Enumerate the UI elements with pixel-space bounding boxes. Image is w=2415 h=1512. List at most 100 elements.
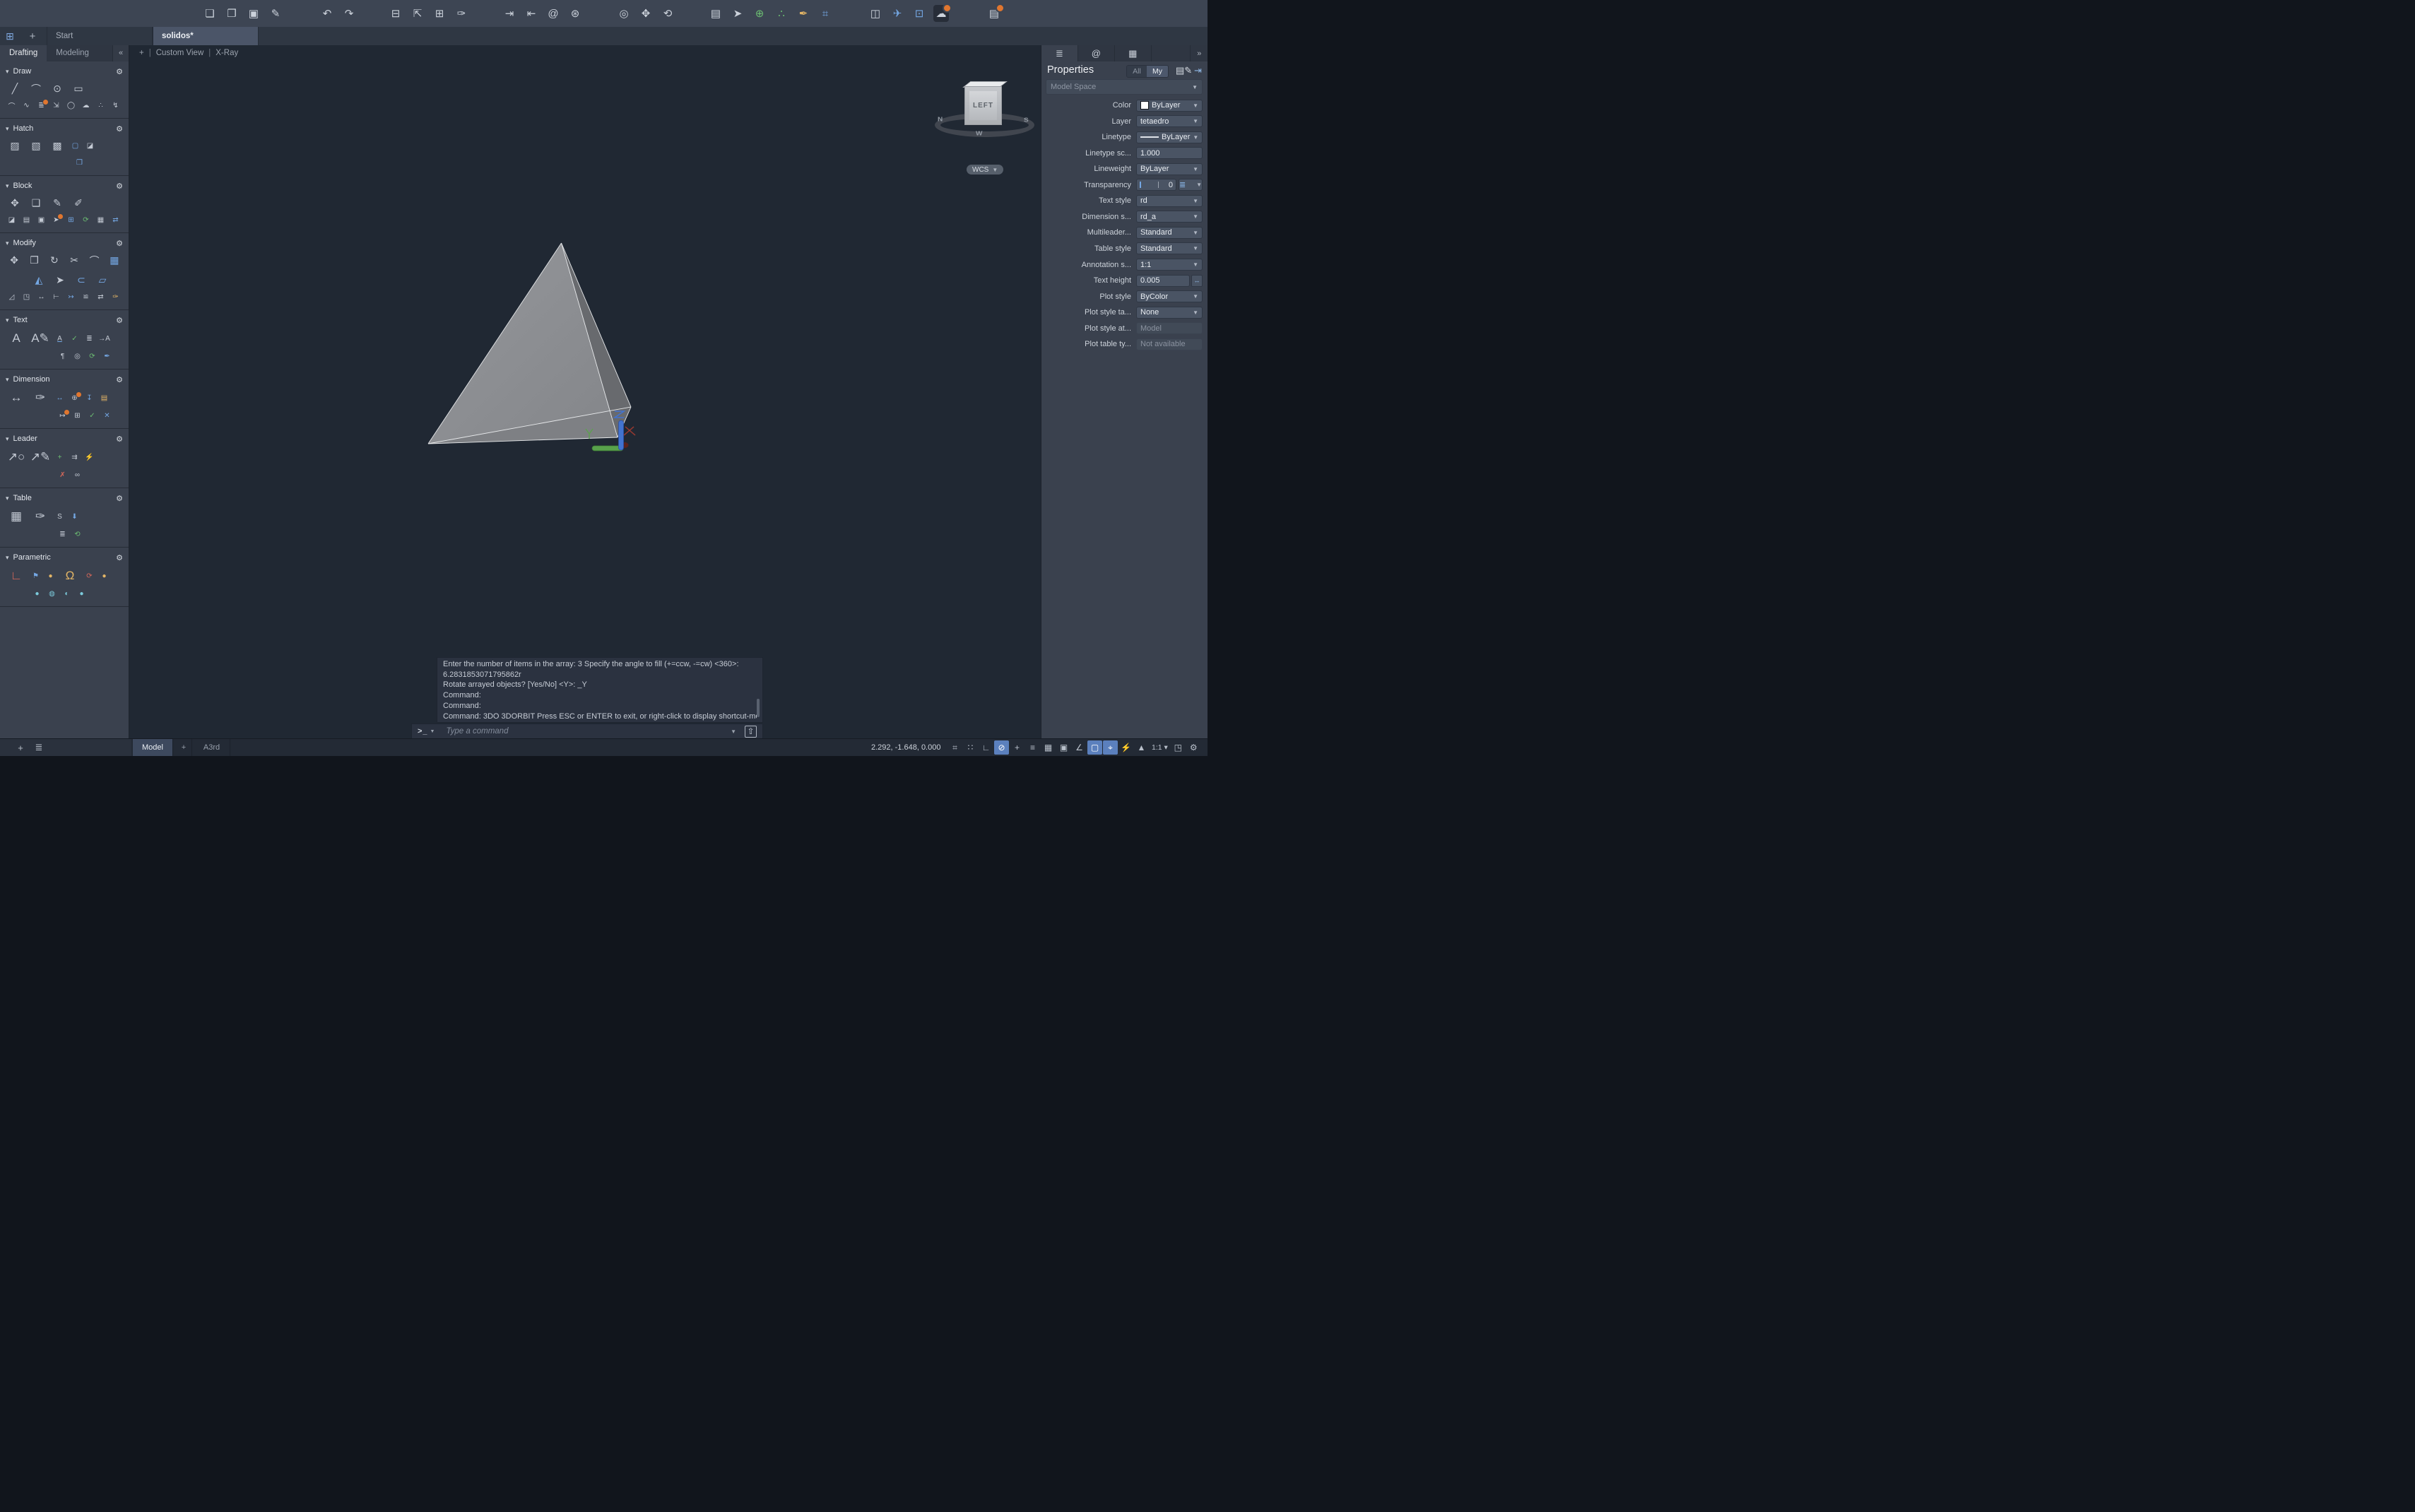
plot-style-editor-icon[interactable]: ✑ bbox=[454, 5, 469, 22]
polyline-tool[interactable]: ≣ bbox=[35, 100, 47, 111]
dim-constraint-annotational-tool[interactable]: ● bbox=[76, 588, 88, 599]
pdf-text-settings-tool[interactable]: ✒ bbox=[101, 350, 113, 362]
attachments-tab[interactable]: @ bbox=[1078, 45, 1115, 61]
dimension-tool[interactable]: ↔ bbox=[6, 388, 27, 408]
add-layout-tab-button[interactable]: + bbox=[176, 739, 192, 756]
annotation-scale-label[interactable]: 1:1 ▾ bbox=[1150, 740, 1170, 755]
offset-tool[interactable]: ⊂ bbox=[72, 271, 90, 289]
section-gear-icon[interactable]: ⚙ bbox=[116, 494, 123, 503]
export-table-tool[interactable]: S bbox=[54, 511, 66, 522]
save-file-icon[interactable]: ▣ bbox=[246, 5, 261, 22]
property-field-lineweight[interactable]: ByLayer▼ bbox=[1136, 163, 1203, 175]
center-mark-tool[interactable]: ⊕ bbox=[69, 392, 81, 403]
boundary-tool[interactable]: ▢ bbox=[69, 141, 81, 152]
property-field-layer[interactable]: tetaedro▼ bbox=[1136, 115, 1203, 127]
command-input-bar[interactable]: >_ ▼ Type a command ▼ ⇧ bbox=[411, 723, 763, 739]
property-field-linetype[interactable]: ByLayer▼ bbox=[1136, 131, 1203, 143]
block-select-tool[interactable]: ➤ bbox=[50, 214, 62, 225]
join-tool[interactable]: ↣ bbox=[65, 291, 77, 302]
rotate-tool[interactable]: ↻ bbox=[46, 252, 63, 269]
lineweight-display-icon[interactable]: ≡ bbox=[1025, 740, 1040, 755]
dimension-style-tool[interactable]: ✑ bbox=[30, 388, 51, 408]
wcs-menu[interactable]: WCS ▼ bbox=[967, 165, 1003, 175]
point-tool[interactable]: ∴ bbox=[95, 100, 107, 111]
layout-compare-icon[interactable]: ◫ bbox=[868, 5, 883, 22]
palette-collapse-button[interactable]: « bbox=[112, 45, 129, 61]
viewcube[interactable]: LEFT bbox=[964, 86, 1002, 125]
dimension-inspect-tool[interactable]: ✓ bbox=[86, 410, 98, 421]
attach-reference-icon[interactable]: @ bbox=[545, 5, 561, 22]
zoom-window-icon[interactable]: ◎ bbox=[616, 5, 632, 22]
section-gear-icon[interactable]: ⚙ bbox=[116, 316, 123, 325]
cell-style-tool[interactable]: ≣ bbox=[57, 528, 69, 540]
text-height-input[interactable]: 0.005 bbox=[1136, 275, 1190, 287]
undo-icon[interactable]: ↶ bbox=[319, 5, 335, 22]
collapse-caret-icon[interactable]: ▾ bbox=[6, 68, 9, 76]
single-text-tool[interactable]: A bbox=[54, 333, 66, 344]
mirror-tool[interactable]: ◭ bbox=[30, 271, 48, 289]
orbit-icon[interactable]: ⟲ bbox=[660, 5, 675, 22]
redo-icon[interactable]: ↷ bbox=[341, 5, 357, 22]
property-field-multileader-[interactable]: Standard▼ bbox=[1136, 227, 1203, 239]
baseline-dimension-tool[interactable]: ↧ bbox=[83, 392, 95, 403]
page-setup-icon[interactable]: ⊞ bbox=[432, 5, 447, 22]
section-gear-icon[interactable]: ⚙ bbox=[116, 435, 123, 444]
whats-new-icon[interactable]: ▤ bbox=[986, 5, 1002, 22]
dim-constraint-dynamic-tool[interactable]: ◐ bbox=[61, 588, 73, 599]
property-field-transparency[interactable]: 0≣▼ bbox=[1136, 179, 1203, 191]
collapse-caret-icon[interactable]: ▾ bbox=[6, 182, 9, 190]
property-field-text-height[interactable]: 0.005↔ bbox=[1136, 275, 1203, 287]
write-block-tool[interactable]: ▣ bbox=[35, 214, 47, 225]
collapse-caret-icon[interactable]: ▾ bbox=[6, 240, 9, 247]
drawing-preview-icon[interactable]: ⊡ bbox=[911, 5, 927, 22]
text-style-tool[interactable]: A✎ bbox=[30, 329, 51, 348]
object-isolation-icon[interactable]: ▢ bbox=[1087, 740, 1102, 755]
plot-preview-icon[interactable]: ⇱ bbox=[410, 5, 425, 22]
command-scrollbar[interactable] bbox=[757, 699, 760, 717]
transparency-display-icon[interactable]: ▦ bbox=[1041, 740, 1056, 755]
align-leaders-tool[interactable]: ⇉ bbox=[69, 451, 81, 463]
scale-tool[interactable]: ◿ bbox=[6, 291, 18, 302]
match-properties-tool[interactable]: ✑ bbox=[110, 291, 122, 302]
match-tool[interactable]: ⇄ bbox=[95, 291, 107, 302]
properties-tab[interactable]: ≣ bbox=[1041, 45, 1078, 61]
drawing-viewport[interactable]: + | Custom View | X-Ray bbox=[129, 45, 1041, 739]
define-attribute-tool[interactable]: ◪ bbox=[6, 214, 18, 225]
section-gear-icon[interactable]: ⚙ bbox=[116, 239, 123, 248]
compass-north-label[interactable]: N bbox=[938, 117, 943, 123]
property-field-annotation-s-[interactable]: 1:1▼ bbox=[1136, 259, 1203, 271]
open-file-icon[interactable]: ❐ bbox=[224, 5, 240, 22]
measure-tool[interactable]: ⇲ bbox=[50, 100, 62, 111]
arc-tool[interactable]: ⌒ bbox=[27, 80, 45, 98]
multileader-style-tool[interactable]: ↗✎ bbox=[30, 447, 51, 467]
settings-gear-icon[interactable]: ⚙ bbox=[1186, 740, 1201, 755]
text-columns-tool[interactable]: ¶ bbox=[57, 350, 69, 362]
show-dynamic-constraints-tool[interactable]: ● bbox=[31, 588, 43, 599]
auto-constrain-tool[interactable]: ⚑ bbox=[30, 570, 42, 581]
table-style-tool[interactable]: ✑ bbox=[30, 507, 51, 526]
document-tab-Start[interactable]: Start bbox=[47, 27, 153, 45]
property-field-table-style[interactable]: Standard▼ bbox=[1136, 242, 1203, 254]
viewcube-face-label[interactable]: LEFT bbox=[973, 102, 993, 110]
attribute-editor-tool[interactable]: ✐ bbox=[69, 194, 88, 212]
attribute-sync-tool[interactable]: ⟳ bbox=[80, 214, 92, 225]
graphics-performance-icon[interactable]: ◳ bbox=[1171, 740, 1186, 755]
trim-tool[interactable]: ✂ bbox=[66, 252, 83, 269]
replace-block-tool[interactable]: ⇄ bbox=[110, 214, 122, 225]
freehand-tool[interactable]: ↯ bbox=[110, 100, 122, 111]
collapse-caret-icon[interactable]: ▾ bbox=[6, 376, 9, 384]
snap-tracking-icon[interactable]: + bbox=[1010, 740, 1025, 755]
stretch-tool[interactable]: ↔ bbox=[35, 291, 47, 302]
filter-all-button[interactable]: All bbox=[1127, 66, 1147, 77]
compass-west-label[interactable]: W bbox=[976, 131, 982, 137]
layout-list-icon[interactable]: ≣ bbox=[31, 739, 47, 756]
filter-my-button[interactable]: My bbox=[1147, 66, 1168, 77]
linear-dimension-tool[interactable]: ↔ bbox=[54, 392, 66, 403]
rectangle-tool[interactable]: ▭ bbox=[69, 80, 88, 98]
layout-tab-Model[interactable]: Model bbox=[133, 739, 173, 756]
text-justify-tool[interactable]: ≣ bbox=[83, 333, 95, 344]
download-table-tool[interactable]: ⬇ bbox=[69, 511, 81, 522]
transparency-slider[interactable]: 0 bbox=[1136, 179, 1176, 191]
collapse-caret-icon[interactable]: ▾ bbox=[6, 554, 9, 562]
tool-sets-icon[interactable]: ▤ bbox=[708, 5, 724, 22]
